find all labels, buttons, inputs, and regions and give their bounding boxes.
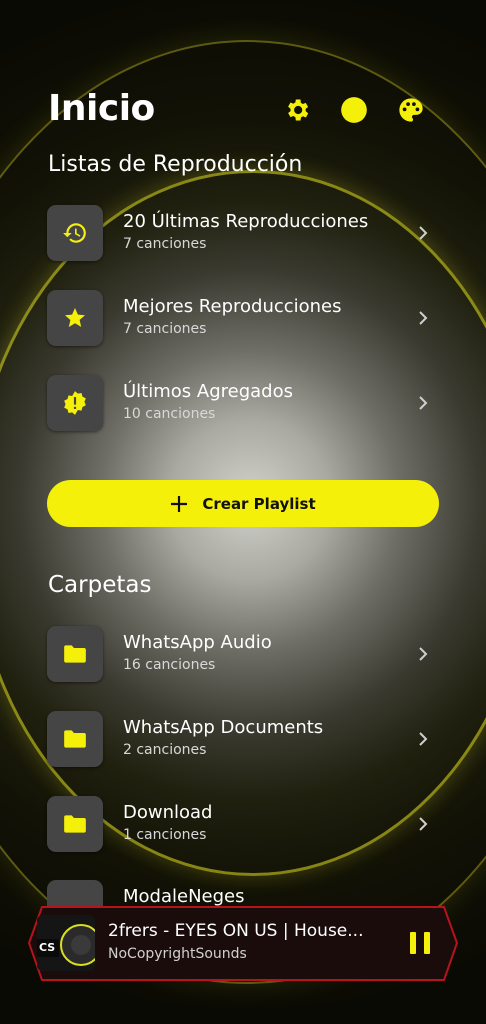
track-title: 2frers - EYES ON US | House... — [108, 921, 364, 941]
playlists-section-title: Listas de Reproducción — [48, 152, 303, 177]
album-art-text: CS — [39, 941, 56, 954]
folder-count: 16 canciones — [123, 657, 216, 673]
star-icon — [65, 308, 85, 327]
folder-name: ModaleNeges — [123, 886, 245, 907]
folder-name: WhatsApp Documents — [123, 717, 324, 738]
folder-name: WhatsApp Audio — [123, 632, 272, 653]
chevron-right-icon — [419, 732, 428, 746]
playlist-item-top[interactable]: Mejores Reproducciones 7 canciones — [47, 290, 439, 348]
folder-item-whatsapp-documents[interactable]: WhatsApp Documents 2 canciones — [47, 711, 439, 769]
playlist-count: 7 canciones — [123, 236, 207, 252]
playlist-count: 10 canciones — [123, 406, 216, 422]
create-playlist-button[interactable]: Crear Playlist — [47, 480, 439, 527]
track-artist: NoCopyrightSounds — [108, 946, 247, 962]
playlist-name: 20 Últimas Reproducciones — [123, 211, 369, 232]
playlist-count: 7 canciones — [123, 321, 207, 337]
pause-icon — [410, 932, 416, 954]
folder-tile — [47, 626, 103, 682]
new-badge-icon — [64, 391, 86, 415]
album-art: CS — [37, 915, 95, 971]
folder-icon — [64, 645, 86, 663]
plus-icon — [171, 495, 188, 512]
pause-icon-bar — [424, 932, 430, 954]
folder-item-whatsapp-audio[interactable]: WhatsApp Audio 16 canciones — [47, 626, 439, 684]
mini-player[interactable]: CS 2frers - EYES ON US | House... NoCopy… — [28, 906, 458, 981]
folders-section-title: Carpetas — [48, 572, 152, 598]
folder-count: 1 canciones — [123, 827, 207, 843]
chevron-right-icon — [419, 817, 428, 831]
create-playlist-label: Crear Playlist — [202, 494, 316, 513]
folder-item-download[interactable]: Download 1 canciones — [47, 796, 439, 854]
theme-circle-icon[interactable] — [340, 96, 368, 124]
folder-icon — [64, 815, 86, 833]
folder-name: Download — [123, 802, 213, 823]
palette-icon[interactable] — [397, 96, 425, 124]
folder-count: 2 canciones — [123, 742, 207, 758]
chevron-right-icon — [419, 396, 428, 410]
chevron-right-icon — [419, 647, 428, 661]
history-icon — [63, 223, 86, 243]
playlist-item-recent[interactable]: 20 Últimas Reproducciones 7 canciones — [47, 205, 439, 263]
playlist-tile — [47, 205, 103, 261]
chevron-right-icon — [419, 226, 428, 240]
playlist-item-added[interactable]: Últimos Agregados 10 canciones — [47, 375, 439, 433]
playlist-tile — [47, 375, 103, 431]
folder-icon — [64, 730, 86, 748]
folder-tile — [47, 711, 103, 767]
playlist-tile — [47, 290, 103, 346]
playlist-name: Últimos Agregados — [123, 381, 293, 402]
folder-tile — [47, 796, 103, 852]
playlist-name: Mejores Reproducciones — [123, 296, 342, 317]
chevron-right-icon — [419, 311, 428, 325]
page-title: Inicio — [48, 88, 155, 129]
header: Inicio — [48, 88, 438, 134]
pause-button[interactable] — [410, 932, 430, 954]
gear-icon[interactable] — [283, 96, 311, 124]
